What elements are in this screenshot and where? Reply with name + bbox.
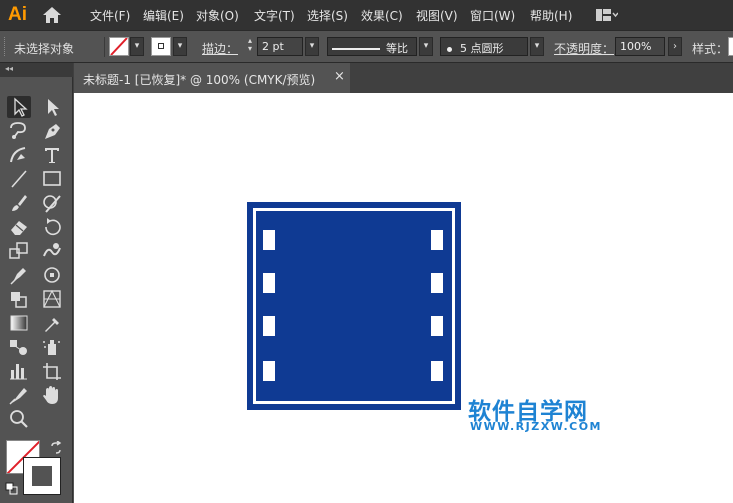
column-graph-tool-icon[interactable] [7,360,31,382]
stroke-color-indicator[interactable] [23,457,61,495]
menu-effect[interactable]: 效果(C) [361,7,403,24]
artboard-tool-icon[interactable] [40,360,64,382]
control-bar: 未选择对象 ▾ ▾ 描边： ▴ ▾ 2 pt ▾ 等比 ▾ 5 点圆形 ▾ 不透明… [0,30,733,63]
stroke-weight-dropdown[interactable]: ▾ [305,37,319,56]
opacity-label[interactable]: 不透明度： [554,40,614,57]
blend-tool-icon[interactable] [7,336,31,358]
app-logo: Ai [8,4,27,25]
sprocket-hole [431,316,443,336]
eraser-tool-icon[interactable] [7,216,31,238]
menu-select[interactable]: 选择(S) [307,7,348,24]
menu-object[interactable]: 对象(O) [196,7,239,24]
opacity-field[interactable]: 100% [615,37,665,56]
tools-panel [0,77,73,503]
default-colors-icon[interactable] [5,482,18,495]
line-tool-icon[interactable] [7,168,31,190]
hand-tool-icon[interactable] [40,384,64,406]
document-tab-title: 未标题-1 [已恢复]* @ 100% (CMYK/预览) [83,73,316,87]
scale-tool-icon[interactable] [7,240,31,262]
pen-tool-icon[interactable] [40,120,64,142]
fill-swatch[interactable] [109,37,129,56]
brush-dot-icon [447,46,452,52]
type-tool-icon[interactable] [40,144,64,166]
home-icon[interactable] [42,6,62,24]
stroke-label[interactable]: 描边： [202,40,238,57]
menu-help[interactable]: 帮助(H) [530,7,572,24]
sprocket-hole [431,230,443,250]
close-tab-icon[interactable]: × [334,69,345,84]
zoom-tool-icon[interactable] [7,408,31,430]
gradient-tool-icon[interactable] [7,312,31,334]
stroke-swatch[interactable] [151,37,171,56]
style-swatch[interactable] [728,37,733,56]
slice-tool-icon[interactable] [7,384,31,406]
shaper-tool-icon[interactable] [40,192,64,214]
menu-view[interactable]: 视图(V) [416,7,458,24]
divider [104,37,105,57]
sprocket-hole [431,361,443,381]
free-transform-tool-icon[interactable] [40,264,64,286]
sprocket-hole [263,361,275,381]
stroke-profile-line-icon [332,48,380,50]
perspective-grid-tool-icon[interactable] [40,288,64,310]
stroke-profile-select[interactable]: 等比 [327,37,417,56]
opacity-arrow[interactable]: › [668,37,682,56]
sprocket-hole [263,316,275,336]
paintbrush-tool-icon[interactable] [7,192,31,214]
rotate-tool-icon[interactable] [40,216,64,238]
film-frame-border [253,208,455,404]
control-bar-grip[interactable] [4,37,7,56]
sprocket-hole [431,273,443,293]
brush-definition-select[interactable]: 5 点圆形 [440,37,528,56]
eyedropper-tool-icon[interactable] [40,312,64,334]
stroke-profile-dropdown[interactable]: ▾ [419,37,433,56]
collapse-panel-icon[interactable]: ◂◂ [5,64,13,73]
style-label: 样式： [692,42,729,56]
brush-dropdown[interactable]: ▾ [530,37,544,56]
menu-window[interactable]: 窗口(W) [470,7,515,24]
stroke-weight-field[interactable]: 2 pt [257,37,303,56]
menu-edit[interactable]: 编辑(E) [143,7,184,24]
stroke-dropdown[interactable]: ▾ [173,37,187,56]
width-tool-icon[interactable] [7,264,31,286]
workspace-switcher-icon[interactable] [596,9,618,21]
selection-status: 未选择对象 [14,42,75,56]
direct-selection-tool-icon[interactable] [40,96,64,118]
sprocket-hole [263,230,275,250]
fill-dropdown[interactable]: ▾ [130,37,144,56]
warp-tool-icon[interactable] [40,240,64,262]
curvature-tool-icon[interactable] [7,144,31,166]
menu-type[interactable]: 文字(T) [254,7,295,24]
selection-tool-icon[interactable] [7,96,31,118]
menu-file[interactable]: 文件(F) [90,7,130,24]
film-frame-shape[interactable] [247,202,461,410]
tools-panel-header: ◂◂ [0,63,73,77]
shape-builder-tool-icon[interactable] [7,288,31,310]
sprocket-hole [263,273,275,293]
document-tab[interactable]: 未标题-1 [已恢复]* @ 100% (CMYK/预览) × [74,63,350,93]
stroke-stepper[interactable]: ▴ ▾ [244,37,256,56]
rectangle-tool-icon[interactable] [40,168,64,190]
magic-wand-tool-icon[interactable] [7,120,31,142]
menu-bar: Ai 文件(F) 编辑(E) 对象(O) 文字(T) 选择(S) 效果(C) 视… [0,0,733,30]
swap-fill-stroke-icon[interactable] [49,441,63,455]
symbol-sprayer-tool-icon[interactable] [40,336,64,358]
watermark-url: WWW.RJZXW.COM [470,420,602,433]
